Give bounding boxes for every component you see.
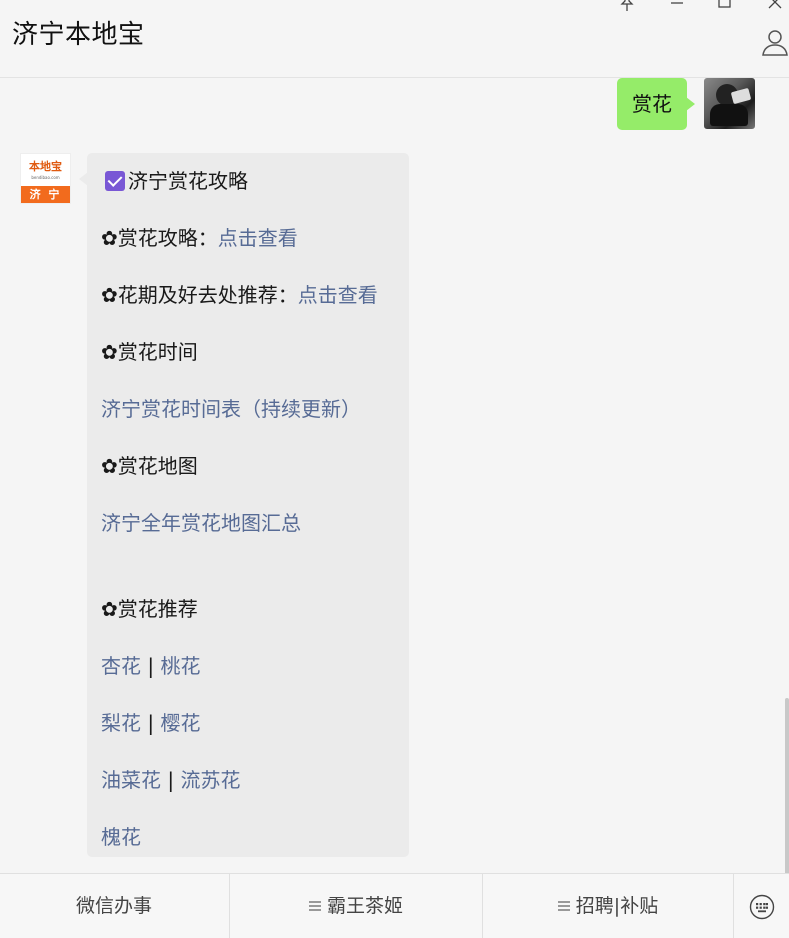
checkbox-icon xyxy=(105,171,125,191)
flower-row: 杏花 | 桃花 xyxy=(101,654,201,678)
flower-row: 槐花 xyxy=(101,821,141,850)
card-line: ✿赏花攻略：点击查看 xyxy=(101,226,298,250)
view-recommendation-link[interactable]: 点击查看 xyxy=(298,283,378,307)
menu-recruit-subsidy[interactable]: 招聘|补贴 xyxy=(482,874,733,938)
fringe-flower-link[interactable]: 流苏花 xyxy=(180,768,240,792)
avatar-logo-text: 本地宝 xyxy=(29,160,62,173)
my-avatar[interactable] xyxy=(704,78,755,129)
flower-row: 梨花 | 樱花 xyxy=(101,711,201,735)
avatar-logo-subtext: bendibao.com xyxy=(31,175,60,180)
scrollbar[interactable] xyxy=(785,698,789,873)
maximize-icon[interactable] xyxy=(713,0,737,13)
menu-list-icon xyxy=(557,901,570,911)
rapeseed-flower-link[interactable]: 油菜花 xyxy=(101,768,161,792)
bottom-menu: 微信办事 霸王茶姬 招聘|补贴 xyxy=(0,873,789,938)
view-guide-link[interactable]: 点击查看 xyxy=(218,226,298,250)
section-heading-map: ✿赏花地图 xyxy=(101,454,198,478)
received-message-card[interactable]: 济宁赏花攻略 ✿赏花攻略：点击查看 ✿花期及好去处推荐：点击查看 ✿赏花时间 济… xyxy=(79,153,409,857)
chat-area[interactable]: 赏花 本地宝 bendibao.com 济 宁 济宁赏花攻略 ✿赏花攻略：点击查… xyxy=(0,78,789,873)
card-line: ✿花期及好去处推荐：点击查看 xyxy=(101,283,378,307)
map-link[interactable]: 济宁全年赏花地图汇总 xyxy=(101,507,301,536)
official-account-avatar[interactable]: 本地宝 bendibao.com 济 宁 xyxy=(20,153,71,204)
card-heading: 济宁赏花攻略 xyxy=(105,165,248,194)
menu-list-icon xyxy=(308,901,321,911)
keyboard-icon[interactable] xyxy=(733,874,789,938)
sent-message-bubble[interactable]: 赏花 xyxy=(617,78,695,130)
peach-blossom-link[interactable]: 桃花 xyxy=(160,654,200,678)
close-icon[interactable] xyxy=(763,0,787,13)
title-bar: 济宁本地宝 xyxy=(0,0,789,78)
menu-bawang-chaji[interactable]: 霸王茶姬 xyxy=(229,874,482,938)
minimize-icon[interactable] xyxy=(665,0,689,13)
flower-row: 油菜花 | 流苏花 xyxy=(101,768,241,792)
pin-icon[interactable] xyxy=(615,0,639,16)
pear-blossom-link[interactable]: 梨花 xyxy=(101,711,141,735)
chat-title: 济宁本地宝 xyxy=(12,20,145,50)
menu-wechat-services[interactable]: 微信办事 xyxy=(0,874,228,938)
schedule-link[interactable]: 济宁赏花时间表（持续更新） xyxy=(101,393,361,422)
section-heading-time: ✿赏花时间 xyxy=(101,340,198,364)
cherry-blossom-link[interactable]: 樱花 xyxy=(160,711,200,735)
avatar-city-label: 济 宁 xyxy=(21,186,70,203)
section-heading-recommend: ✿赏花推荐 xyxy=(101,597,198,621)
sent-message-text: 赏花 xyxy=(632,92,672,116)
profile-icon[interactable] xyxy=(761,28,789,56)
locust-flower-link[interactable]: 槐花 xyxy=(101,825,141,849)
apricot-blossom-link[interactable]: 杏花 xyxy=(101,654,141,678)
